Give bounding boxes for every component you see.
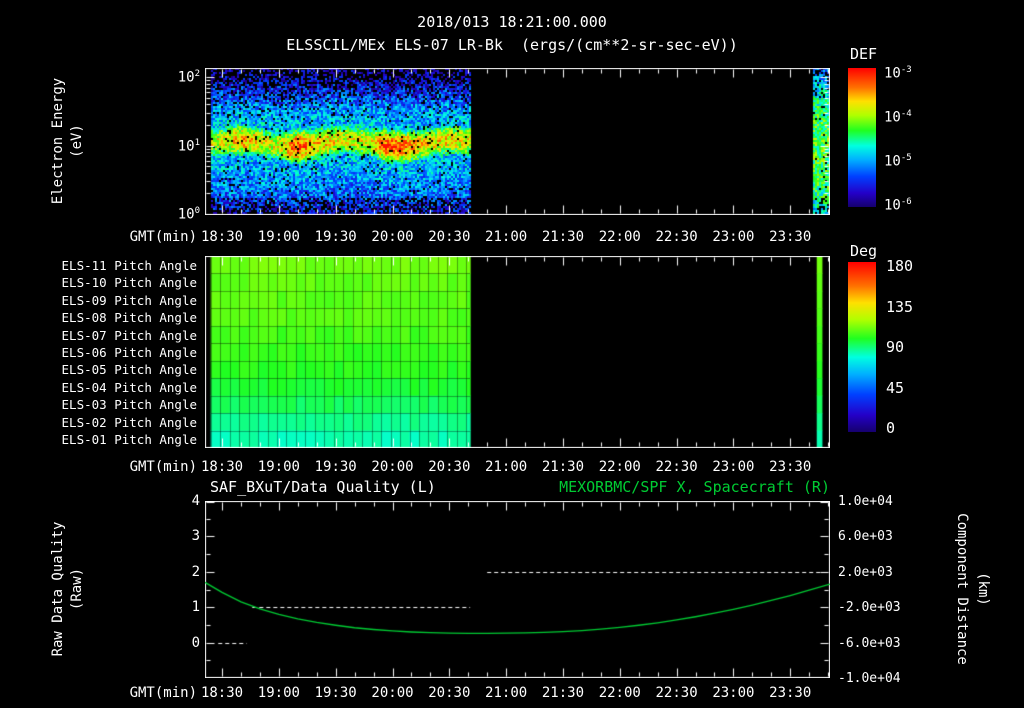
pitch-row-label: ELS-03 Pitch Angle [61,397,197,413]
time-tick-label: 19:00 [257,685,300,701]
time-tick-label: 20:00 [371,229,414,245]
distance-axis-label: Component Distance [954,513,970,665]
time-tick-label: 21:30 [541,685,585,701]
pitch-row-label: ELS-11 Pitch Angle [61,257,197,273]
def-colorbar-tick-label: 10-6 [884,197,912,214]
instrument-label: ELSSCIL/MEx ELS-07 LR-Bk [286,36,503,54]
def-colorbar-tick-label: 10-5 [884,153,912,170]
distance-tick-label: -1.0e+04 [838,671,901,686]
time-tick-label: 23:30 [769,459,812,475]
quality-tick-label: 3 [191,528,200,545]
time-tick-label: 22:30 [655,459,698,475]
pitch-row-label: ELS-07 Pitch Angle [61,327,197,343]
deg-colorbar-tick-label: 45 [886,378,905,397]
time-tick-label: 19:30 [314,459,357,475]
gmt-label-1: GMT(min) [129,229,197,245]
time-tick-label: 19:00 [257,229,300,245]
time-tick-label: 21:30 [541,229,585,245]
time-tick-label: 19:30 [314,229,357,245]
distance-tick-label: 2.0e+03 [838,564,893,580]
time-tick-label: 18:30 [200,685,244,701]
def-colorbar-tick-label: 10-4 [884,109,912,126]
quality-tick-label: 2 [191,563,200,580]
def-colorbar-title: DEF [850,45,878,63]
quality-axis-label: Raw Data Quality [50,521,66,657]
time-tick-label: 22:00 [598,459,641,475]
time-tick-label: 21:30 [541,459,585,475]
deg-colorbar-tick-label: 180 [886,257,914,275]
distance-tick-label: 6.0e+03 [838,529,893,545]
deg-colorbar-tick-label: 0 [886,419,896,437]
gmt-label-2: GMT(min) [129,459,197,475]
pitch-row-label: ELS-01 Pitch Angle [61,432,197,448]
distance-tick-label: -2.0e+03 [838,600,901,616]
spacecraft-series-title: MEXORBMC/SPF X, Spacecraft (R) [559,478,830,496]
time-tick-label: 23:30 [769,229,812,245]
time-tick-label: 21:00 [485,685,528,701]
distance-axis-units: (km) [975,572,991,606]
pitch-row-label: ELS-06 Pitch Angle [61,345,197,360]
time-tick-label: 23:00 [712,229,755,245]
distance-tick-label: 1.0e+04 [838,494,893,509]
distance-tick-label: -6.0e+03 [838,635,901,651]
pitch-row-label: ELS-10 Pitch Angle [61,275,197,291]
time-tick-label: 22:30 [655,229,698,245]
pitch-row-label: ELS-04 Pitch Angle [61,379,197,395]
units-label: (ergs/(cm**2-sr-sec-eV)) [521,36,738,54]
gmt-label-3: GMT(min) [129,685,197,701]
deg-colorbar-tick-label: 90 [886,338,905,356]
quality-axis-units: (Raw) [69,567,85,611]
quality-distance-canvas [205,501,830,678]
def-colorbar-tick-label: 10-3 [884,65,912,82]
pitch-row-label: ELS-09 Pitch Angle [61,292,197,308]
pitch-row-label: ELS-08 Pitch Angle [61,310,197,326]
time-tick-label: 18:30 [200,229,244,245]
plot-viewer: 2018/013 18:21:00.000 ELSSCIL/MEx ELS-07… [0,0,1024,708]
time-tick-label: 20:00 [371,459,414,475]
energy-tick-label: 100 [177,206,200,223]
deg-colorbar-title: Deg [850,242,878,260]
time-tick-label: 21:00 [485,229,528,245]
time-tick-label: 23:00 [712,459,755,475]
time-tick-label: 23:30 [769,685,812,701]
time-tick-label: 22:00 [598,229,641,245]
quality-series-title: SAF_BXuT/Data Quality (L) [210,478,436,496]
page-title-datetime: 2018/013 18:21:00.000 [417,13,607,31]
time-tick-label: 19:00 [257,459,300,475]
time-tick-label: 22:30 [655,685,698,701]
energy-axis-units: (eV) [69,124,85,158]
energy-tick-label: 101 [177,137,200,155]
quality-tick-label: 1 [191,599,200,616]
def-colorbar [848,68,876,207]
deg-colorbar-tick-label: 135 [886,297,914,316]
time-tick-label: 21:00 [485,459,528,475]
pitch-angle-canvas [205,256,830,448]
energy-spectrogram-canvas [205,68,830,215]
energy-axis-label: Electron Energy [50,77,66,205]
time-tick-label: 20:30 [428,459,471,475]
time-tick-label: 23:00 [712,685,755,701]
energy-tick-label: 102 [177,69,200,86]
pitch-row-label: ELS-02 Pitch Angle [61,414,197,430]
quality-tick-label: 4 [191,493,200,509]
time-tick-label: 18:30 [200,459,244,475]
time-tick-label: 20:00 [371,685,414,701]
pitch-row-label: ELS-05 Pitch Angle [61,362,197,378]
time-tick-label: 19:30 [314,685,357,701]
time-tick-label: 20:30 [428,685,471,701]
time-tick-label: 22:00 [598,685,641,701]
quality-tick-label: 0 [191,634,200,651]
time-tick-label: 20:30 [428,229,471,245]
deg-colorbar [848,262,876,432]
page-title-instrument: ELSSCIL/MEx ELS-07 LR-Bk (ergs/(cm**2-sr-… [286,36,738,54]
